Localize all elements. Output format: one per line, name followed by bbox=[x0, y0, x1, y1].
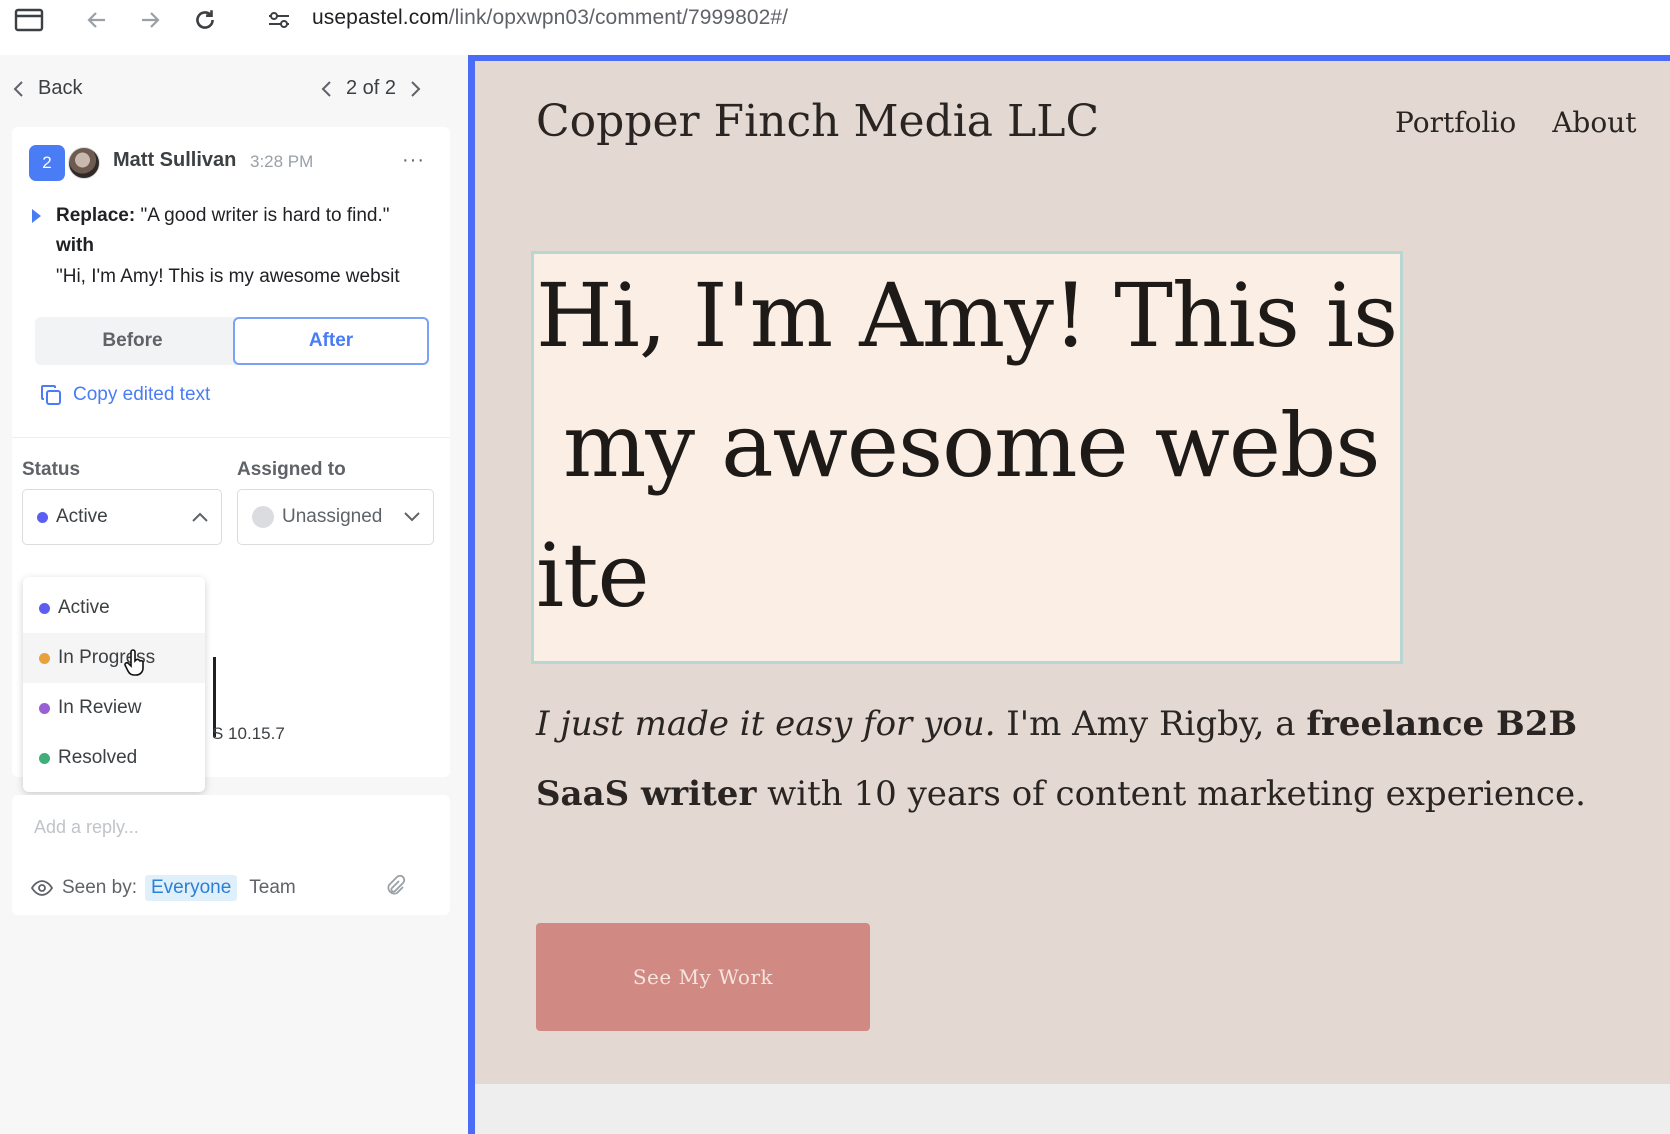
eye-icon bbox=[30, 880, 54, 896]
hero-line-2: my awesome webs bbox=[536, 394, 1381, 497]
intro-italic: I just made it easy for you. bbox=[536, 704, 996, 744]
visibility-team-option[interactable]: Team bbox=[249, 877, 295, 899]
replace-label: Replace: bbox=[56, 205, 136, 226]
status-dropdown-menu: Active In Progress In Review Resolved bbox=[23, 577, 205, 792]
status-value: Active bbox=[56, 506, 108, 527]
browser-toolbar: usepastel.com/link/opxwpn03/comment/7999… bbox=[0, 0, 1670, 55]
hero-line-3: ite bbox=[536, 524, 650, 627]
site-settings-icon[interactable] bbox=[262, 3, 296, 37]
divider bbox=[12, 437, 450, 438]
see-my-work-button[interactable]: See My Work bbox=[536, 923, 870, 1031]
replace-old-text: "A good writer is hard to find." bbox=[140, 205, 390, 226]
option-label: Resolved bbox=[58, 747, 138, 768]
chevron-up-icon bbox=[192, 512, 208, 522]
copy-icon bbox=[41, 385, 61, 405]
reply-box: Add a reply... Seen by: Everyone Team bbox=[12, 795, 450, 915]
url-host: usepastel.com bbox=[312, 6, 449, 29]
paperclip-icon[interactable] bbox=[384, 875, 406, 897]
nav-link-about[interactable]: About bbox=[1552, 106, 1636, 139]
chevron-left-icon bbox=[13, 80, 23, 97]
status-option-in-progress[interactable]: In Progress bbox=[23, 633, 205, 683]
intro-text-2: with 10 years of content marketing exper… bbox=[756, 774, 1586, 814]
visibility-row: Seen by: Everyone Team bbox=[30, 875, 296, 901]
back-label: Back bbox=[38, 77, 83, 99]
avatar bbox=[68, 147, 100, 179]
status-option-in-review[interactable]: In Review bbox=[23, 683, 205, 733]
seen-by-label: Seen by: bbox=[62, 877, 137, 898]
nav-link-portfolio[interactable]: Portfolio bbox=[1395, 106, 1516, 139]
comment-number-badge: 2 bbox=[29, 145, 65, 181]
intro-paragraph: I just made it easy for you. I'm Amy Rig… bbox=[536, 689, 1586, 829]
more-options-button[interactable]: ··· bbox=[402, 149, 425, 172]
status-option-resolved[interactable]: Resolved bbox=[23, 733, 205, 783]
assignee-value: Unassigned bbox=[282, 506, 383, 527]
option-label: Active bbox=[58, 597, 110, 618]
prev-comment-icon[interactable] bbox=[320, 80, 334, 98]
replace-new-text: "Hi, I'm Amy! This is my awesome websit bbox=[56, 266, 400, 287]
status-dot bbox=[39, 602, 50, 614]
reply-input[interactable]: Add a reply... bbox=[34, 817, 139, 838]
option-label: In Review bbox=[58, 697, 142, 718]
assignee-select[interactable]: Unassigned bbox=[237, 489, 434, 545]
expand-caret-icon[interactable] bbox=[32, 209, 41, 223]
comment-time: 3:28 PM bbox=[250, 152, 314, 171]
website-preview-frame: Copper Finch Media LLC Portfolio About C… bbox=[468, 55, 1670, 1134]
next-comment-icon[interactable] bbox=[408, 80, 422, 98]
intro-text-1: I'm Amy Rigby, a bbox=[995, 704, 1307, 744]
comment-pager: 2 of 2 bbox=[320, 77, 422, 100]
status-option-active[interactable]: Active bbox=[23, 583, 205, 633]
status-select[interactable]: Active bbox=[22, 489, 222, 545]
status-dot bbox=[39, 752, 50, 764]
tab-overview-icon[interactable] bbox=[12, 3, 46, 37]
visibility-everyone-option[interactable]: Everyone bbox=[145, 875, 238, 901]
comment-author: Matt Sullivan bbox=[113, 149, 237, 171]
before-button[interactable]: Before bbox=[35, 317, 230, 365]
assigned-label: Assigned to bbox=[237, 459, 346, 480]
after-button[interactable]: After bbox=[233, 317, 429, 365]
address-bar[interactable]: usepastel.com/link/opxwpn03/comment/7999… bbox=[312, 6, 788, 30]
status-dot bbox=[37, 511, 48, 523]
replace-line: Replace: "A good writer is hard to find.… bbox=[56, 205, 390, 227]
highlighted-hero-heading[interactable]: Hi, I'm Amy! This is my awesome webs ite bbox=[531, 251, 1403, 664]
status-dot bbox=[39, 702, 50, 714]
reload-icon[interactable] bbox=[188, 3, 222, 37]
pager-label: 2 of 2 bbox=[346, 77, 397, 99]
status-label: Status bbox=[22, 459, 81, 480]
back-button[interactable]: Back bbox=[12, 77, 82, 100]
website-page: Copper Finch Media LLC Portfolio About C… bbox=[475, 61, 1670, 1084]
before-after-toggle: Before After bbox=[35, 317, 429, 365]
assignee-avatar-placeholder bbox=[252, 506, 274, 528]
back-arrow-icon[interactable] bbox=[80, 3, 114, 37]
comment-sidebar: Back 2 of 2 2 Matt Sullivan 3:28 PM ··· … bbox=[0, 55, 468, 1134]
site-nav: Portfolio About C bbox=[1395, 106, 1670, 139]
obscured-os-text: S 10.15.7 bbox=[212, 724, 285, 743]
copy-edited-text-button[interactable]: Copy edited text bbox=[39, 383, 210, 407]
status-dot bbox=[39, 652, 50, 664]
hand-cursor-icon bbox=[124, 649, 144, 676]
copy-label: Copy edited text bbox=[73, 384, 211, 405]
chevron-down-icon bbox=[404, 512, 420, 522]
forward-arrow-icon[interactable] bbox=[133, 3, 167, 37]
with-label: with bbox=[56, 235, 94, 256]
site-title[interactable]: Copper Finch Media LLC bbox=[536, 96, 1099, 147]
url-path: /link/opxwpn03/comment/7999802#/ bbox=[448, 6, 789, 29]
hero-line-1: Hi, I'm Amy! This is bbox=[536, 264, 1398, 367]
